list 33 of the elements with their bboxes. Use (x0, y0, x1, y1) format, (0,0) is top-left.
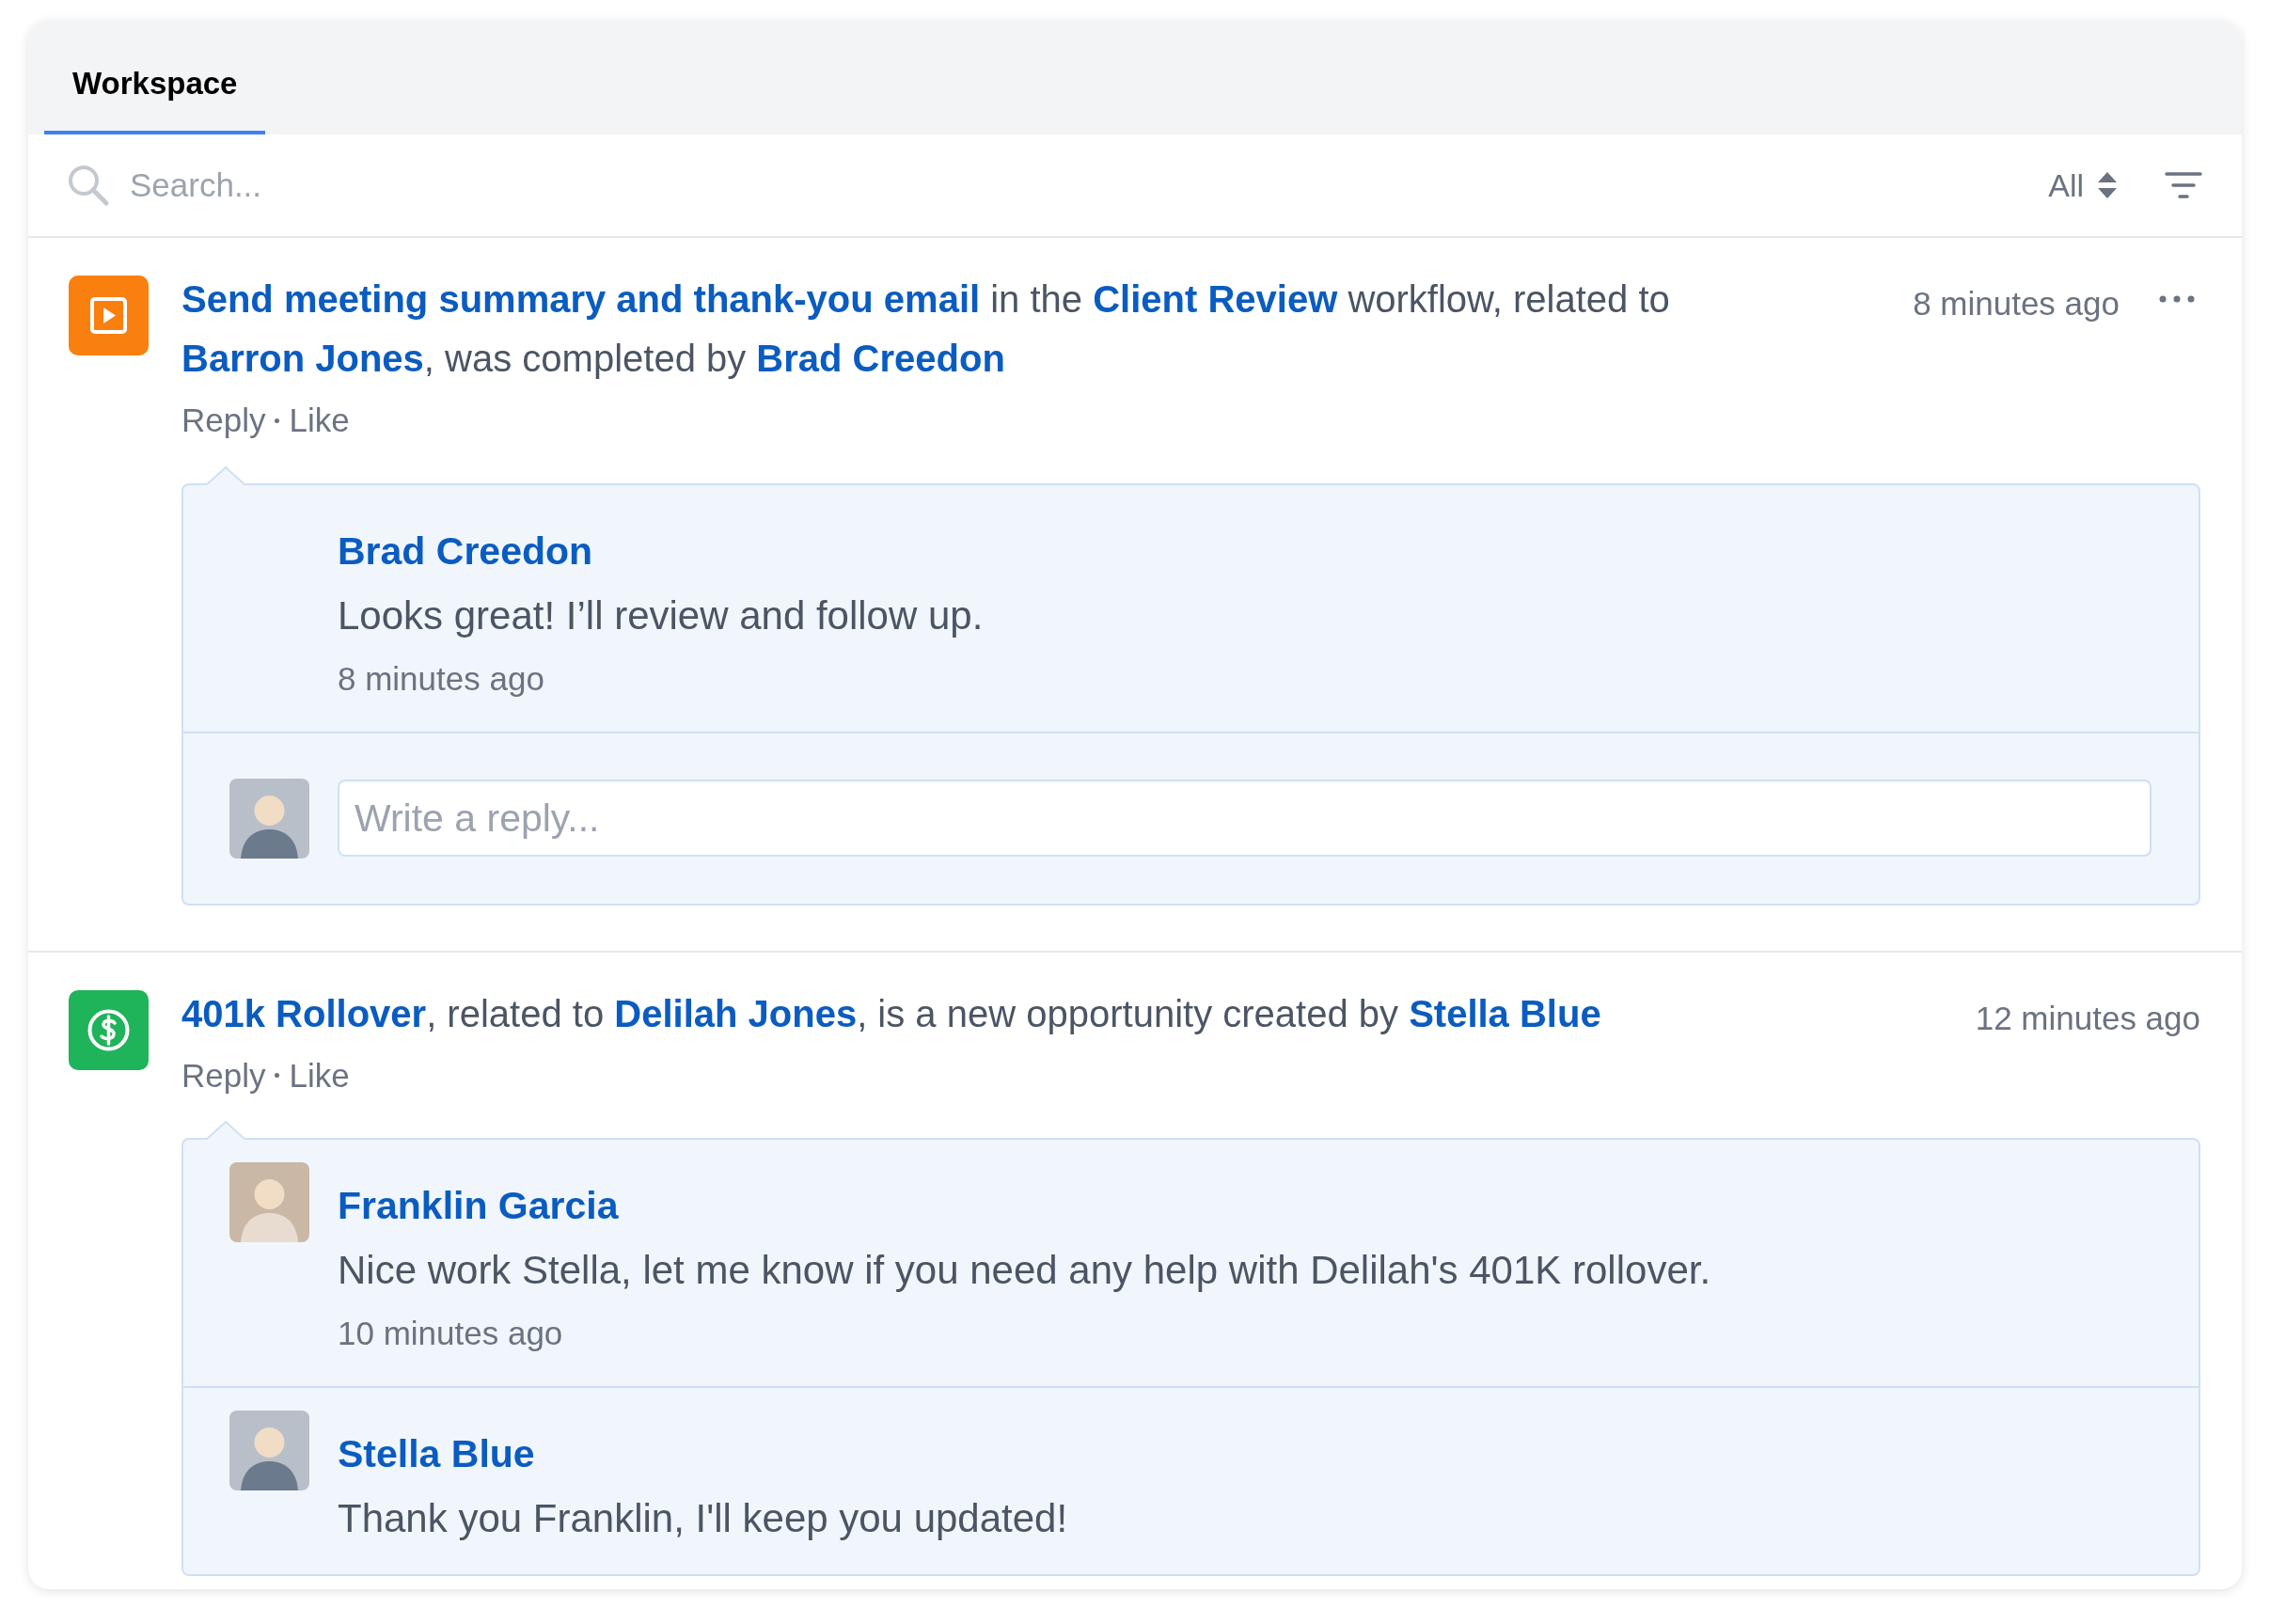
action-link[interactable]: Like (289, 396, 350, 446)
activity-summary: Send meeting summary and thank-you email in the Client Review workflow, related to Barron Jones, was completed by Brad Creedon (181, 277, 1671, 381)
reply-field[interactable]: Write a reply... (338, 780, 2152, 857)
comment-author[interactable]: Franklin Garcia (338, 1181, 1711, 1230)
activity-link[interactable]: Brad Creedon (756, 338, 1005, 379)
activity-link[interactable]: 401k Rollover (181, 992, 427, 1034)
activity-link[interactable]: Barron Jones (181, 338, 424, 379)
timestamp: 8 minutes ago (1913, 284, 2120, 323)
filter-dropdown[interactable]: All (2048, 161, 2118, 210)
more-icon (2159, 295, 2195, 303)
sort-icon (2097, 170, 2118, 200)
filter-icon (2165, 171, 2202, 199)
action-link[interactable]: Reply (181, 396, 266, 446)
comment-text: Looks great! I’ll review and follow up. (338, 591, 984, 639)
comment-text: Thank you Franklin, I'll keep you updated! (338, 1495, 1068, 1542)
tab[interactable]: Workspace (44, 21, 266, 134)
play-icon (69, 276, 149, 355)
action-link[interactable]: Reply (181, 1050, 266, 1100)
timestamp: 10 minutes ago (338, 1314, 564, 1353)
timestamp: 8 minutes ago (338, 658, 545, 699)
timestamp: 12 minutes ago (1975, 998, 2200, 1038)
activity-link[interactable]: Client Review (1093, 278, 1338, 320)
activity-link[interactable]: Delilah Jones (614, 992, 858, 1034)
comment-author[interactable]: Brad Creedon (338, 526, 984, 575)
action-link[interactable]: Like (289, 1050, 350, 1100)
search-field[interactable]: Search... (130, 160, 2049, 211)
search-icon (66, 163, 111, 208)
activity-summary: 401k Rollover, related to Delilah Jones, is a new opportunity created by Stella Blue (181, 991, 1602, 1036)
activity-link[interactable]: Stella Blue (1409, 992, 1601, 1034)
comment-author[interactable]: Stella Blue (338, 1429, 1068, 1478)
comment-text: Nice work Stella, let me know if you need any help with Delilah's 401K rollover. (338, 1247, 1711, 1294)
activity-link[interactable]: Send meeting summary and thank-you email (181, 278, 981, 320)
dollar-icon (69, 989, 149, 1070)
